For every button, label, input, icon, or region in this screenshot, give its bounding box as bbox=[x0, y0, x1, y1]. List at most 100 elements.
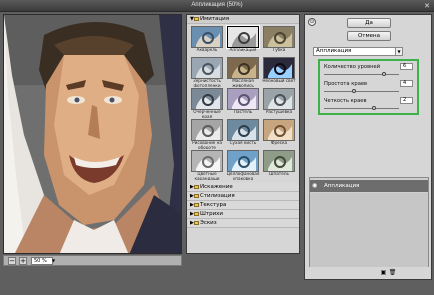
thumbnail-label: Растушевка bbox=[265, 110, 293, 114]
chevron-down-icon: ▼ bbox=[395, 48, 402, 55]
thumbnail-image bbox=[263, 119, 295, 141]
thumbnail-label: Акварель bbox=[196, 48, 218, 52]
new-layer-icon[interactable]: ▣ bbox=[379, 269, 388, 276]
slider-track[interactable] bbox=[324, 108, 399, 109]
thumbnail-label: Шпатель bbox=[269, 172, 289, 176]
filter-thumbnail[interactable]: Растушевка bbox=[262, 88, 296, 118]
filter-thumbnail[interactable]: Масляная живопись bbox=[226, 57, 260, 87]
filter-thumbnail[interactable]: Шпатель bbox=[262, 150, 296, 180]
zoom-in-button[interactable]: + bbox=[19, 257, 27, 265]
filter-select-value: Аппликация bbox=[316, 48, 352, 54]
filter-select[interactable]: Аппликация ▼ bbox=[313, 47, 403, 56]
chevron-down-icon[interactable]: ▼ bbox=[52, 257, 58, 265]
window-title: Аппликация (50%) bbox=[191, 2, 243, 8]
filter-folder[interactable]: ▶ Стилизация bbox=[187, 192, 299, 201]
thumbnail-image bbox=[191, 119, 223, 141]
filter-folder[interactable]: ▶ Штрихи bbox=[187, 210, 299, 219]
folder-label: Эскиз bbox=[200, 220, 217, 226]
filter-thumbnail[interactable]: Пастель bbox=[226, 88, 260, 118]
thumbnail-image bbox=[191, 88, 223, 110]
folder-list: ▶ Искажение ▶ Стилизация ▶ Текстура ▶ Штрихи ▶ Эс… bbox=[187, 183, 299, 228]
cancel-button[interactable]: Отмена bbox=[347, 31, 391, 41]
thumbnail-image bbox=[227, 26, 259, 48]
folder-icon bbox=[194, 212, 199, 216]
preview-zoom-bar: − + 50 % ▼ bbox=[3, 255, 182, 266]
slider-handle[interactable] bbox=[372, 106, 377, 110]
filter-thumbnail[interactable]: Акварель bbox=[190, 26, 224, 56]
thumbnail-label: Масляная живопись bbox=[232, 79, 254, 87]
filter-folder[interactable]: ▶ Эскиз bbox=[187, 219, 299, 228]
thumbnail-image bbox=[191, 150, 223, 172]
slider-track[interactable] bbox=[324, 74, 399, 75]
thumbnail-label: Аппликация bbox=[229, 48, 257, 52]
filter-thumbnail[interactable]: Губка bbox=[262, 26, 296, 56]
settings-panel: ⊙ Да Отмена Аппликация ▼ Количество уров… bbox=[304, 14, 432, 280]
folder-label: Стилизация bbox=[200, 193, 235, 199]
slider-handle[interactable] bbox=[352, 89, 356, 93]
thumbnail-image bbox=[263, 150, 295, 172]
filter-folder[interactable]: ▶ Искажение bbox=[187, 183, 299, 192]
filter-thumbnail[interactable]: Неоновый свет bbox=[262, 57, 296, 87]
filter-gallery: ▼ Имитация Акварель Аппликация Губка Зернис… bbox=[186, 14, 300, 254]
folder-label: Искажение bbox=[200, 184, 233, 190]
thumbnail-image bbox=[263, 57, 295, 79]
filter-thumbnail[interactable]: Целлофановая упаковка bbox=[226, 150, 260, 180]
thumbnail-label: Цветные карандаши bbox=[194, 172, 220, 180]
param-value-field[interactable]: 2 bbox=[400, 97, 413, 104]
filter-thumbnail[interactable]: Аппликация bbox=[226, 26, 260, 56]
filter-thumbnail[interactable]: Цветные карандаши bbox=[190, 150, 224, 180]
folder-icon bbox=[194, 194, 199, 198]
filter-thumbnail[interactable]: Очерченные края bbox=[190, 88, 224, 118]
thumbnail-image bbox=[227, 150, 259, 172]
thumbnail-image bbox=[227, 88, 259, 110]
thumbnail-image bbox=[191, 26, 223, 48]
preview-image bbox=[4, 15, 181, 253]
effect-layer-name: Аппликация bbox=[324, 183, 360, 189]
thumbnail-label: Целлофановая упаковка bbox=[226, 172, 260, 180]
param-edge-fidelity: Четкость краев 2 bbox=[324, 97, 416, 112]
zoom-value-field[interactable]: 50 % bbox=[31, 257, 53, 265]
thumbnail-label: Сухая кисть bbox=[229, 141, 257, 145]
layers-empty-area bbox=[310, 193, 428, 267]
slider-handle[interactable] bbox=[382, 72, 386, 76]
thumbnail-label: Губка bbox=[272, 48, 286, 52]
thumbnail-label: Пастель bbox=[233, 110, 253, 114]
filter-thumbnail[interactable]: Зернистость фотопленки bbox=[190, 57, 224, 87]
close-icon[interactable]: ✕ bbox=[423, 2, 431, 10]
eye-icon[interactable]: ◉ bbox=[312, 182, 320, 189]
param-label: Количество уровней bbox=[324, 64, 381, 70]
filter-thumbnail[interactable]: Сухая кисть bbox=[226, 119, 260, 149]
param-levels: Количество уровней 6 bbox=[324, 63, 416, 78]
folder-label: Имитация bbox=[200, 16, 230, 22]
folder-icon bbox=[194, 185, 199, 189]
delete-layer-icon[interactable]: 🗑 bbox=[388, 269, 397, 276]
preview-canvas[interactable] bbox=[3, 14, 182, 254]
param-value-field[interactable]: 6 bbox=[400, 63, 413, 70]
thumbnail-image bbox=[227, 57, 259, 79]
thumbnail-label: Фреска bbox=[270, 141, 288, 145]
effect-layer-row[interactable]: ◉ Аппликация bbox=[310, 180, 428, 192]
slider-track[interactable] bbox=[324, 91, 399, 92]
folder-icon bbox=[194, 17, 199, 21]
filter-thumbnail[interactable]: Фреска bbox=[262, 119, 296, 149]
thumbnail-grid: Акварель Аппликация Губка Зернистость фотоп… bbox=[187, 24, 299, 183]
filter-parameters: Количество уровней 6 Простота краев 4 Че… bbox=[318, 59, 419, 115]
thumbnail-image bbox=[263, 26, 295, 48]
thumbnail-image bbox=[227, 119, 259, 141]
effect-layers-panel: ◉ Аппликация bbox=[309, 177, 429, 267]
param-value-field[interactable]: 4 bbox=[400, 80, 413, 87]
window-titlebar: Аппликация (50%) ✕ bbox=[0, 0, 434, 12]
thumbnail-label: Зернистость фотопленки bbox=[193, 79, 221, 87]
ok-button[interactable]: Да bbox=[347, 18, 391, 28]
zoom-out-button[interactable]: − bbox=[8, 257, 16, 265]
thumbnail-label: Рисование на обороте bbox=[192, 141, 222, 149]
filter-thumbnail[interactable]: Рисование на обороте bbox=[190, 119, 224, 149]
folder-label: Штрихи bbox=[200, 211, 223, 217]
param-label: Простота краев bbox=[324, 81, 368, 87]
thumbnail-image bbox=[191, 57, 223, 79]
folder-imitation[interactable]: ▼ Имитация bbox=[187, 15, 299, 24]
thumbnail-label: Неоновый свет bbox=[262, 79, 296, 83]
collapse-icon[interactable]: ⊙ bbox=[308, 18, 316, 26]
filter-folder[interactable]: ▶ Текстура bbox=[187, 201, 299, 210]
param-label: Четкость краев bbox=[324, 98, 367, 104]
